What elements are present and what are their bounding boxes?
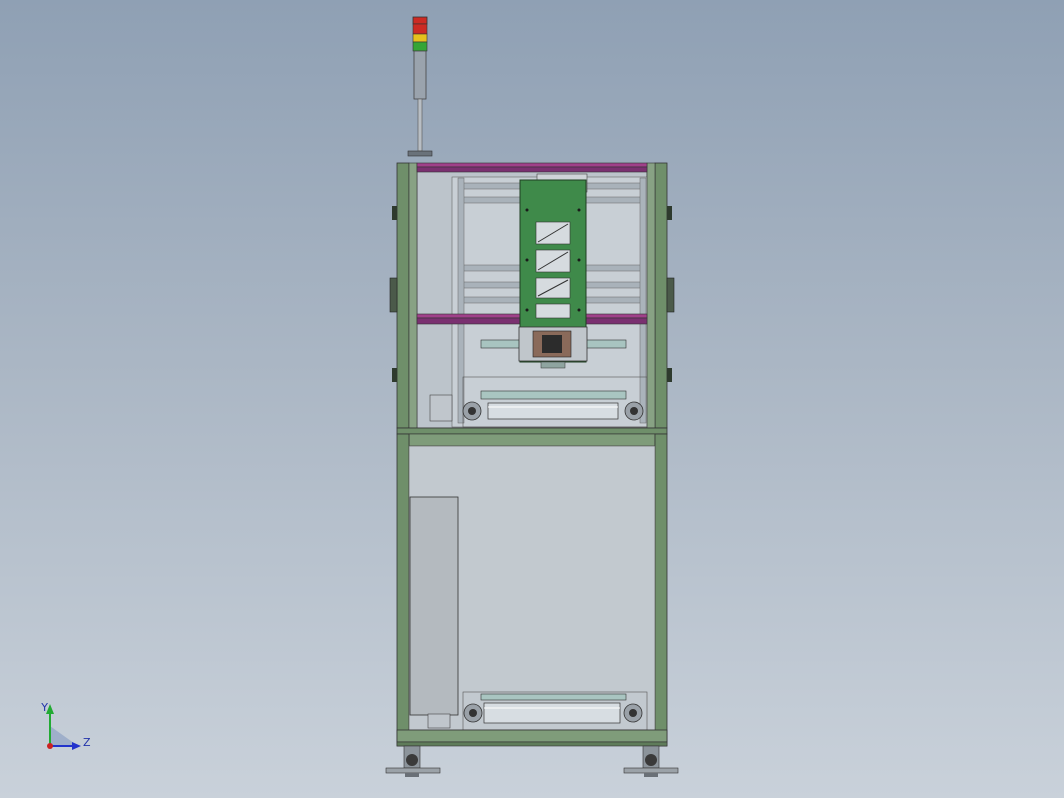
motor-fan (429, 394, 453, 422)
right-post (654, 162, 668, 429)
red-lamp (412, 16, 428, 25)
hinge (392, 368, 397, 382)
tower-pole (417, 98, 423, 152)
caster-left (385, 745, 441, 777)
lower-conveyor-roller (483, 702, 621, 724)
lower-motor (427, 713, 451, 729)
cad-viewport[interactable]: Y Z (0, 0, 1064, 798)
lower-frame (396, 433, 668, 747)
conveyor-roller (487, 402, 619, 420)
gripper-foot (540, 361, 566, 369)
door-handle (389, 277, 398, 313)
door-handle (666, 277, 675, 313)
table-beam (408, 433, 656, 447)
tower-base (413, 50, 427, 100)
base-beam (396, 729, 668, 743)
rail-vertical (639, 177, 647, 424)
top-accent-rail-lower (416, 166, 648, 173)
top-accent-rail (416, 162, 648, 168)
control-cabinet (409, 496, 459, 716)
yellow-lamp (412, 33, 428, 43)
signal-tower (407, 16, 433, 157)
right-post-inner (646, 162, 656, 429)
z-axis-label: Z (83, 736, 91, 749)
triad-origin (47, 743, 53, 749)
plate-window (535, 303, 571, 319)
left-post-inner (408, 162, 418, 429)
orientation-triad[interactable]: Y Z (40, 701, 91, 750)
lower-conveyor-bar (480, 693, 627, 701)
left-leg (396, 433, 410, 747)
hinge (392, 206, 397, 220)
green-lamp (412, 41, 428, 52)
conveyor-bar (480, 390, 627, 400)
left-post (396, 162, 410, 429)
tower-mount (407, 150, 433, 157)
hinge (667, 368, 672, 382)
y-axis-label: Y (40, 701, 48, 714)
red-lamp-body (412, 23, 428, 35)
table-top (396, 427, 668, 435)
hinge (667, 206, 672, 220)
gripper-core (542, 335, 562, 353)
machine-drawing: Y Z (40, 16, 679, 777)
z-axis-arrowhead (72, 742, 81, 750)
right-leg (654, 433, 668, 747)
caster-right (623, 745, 679, 777)
